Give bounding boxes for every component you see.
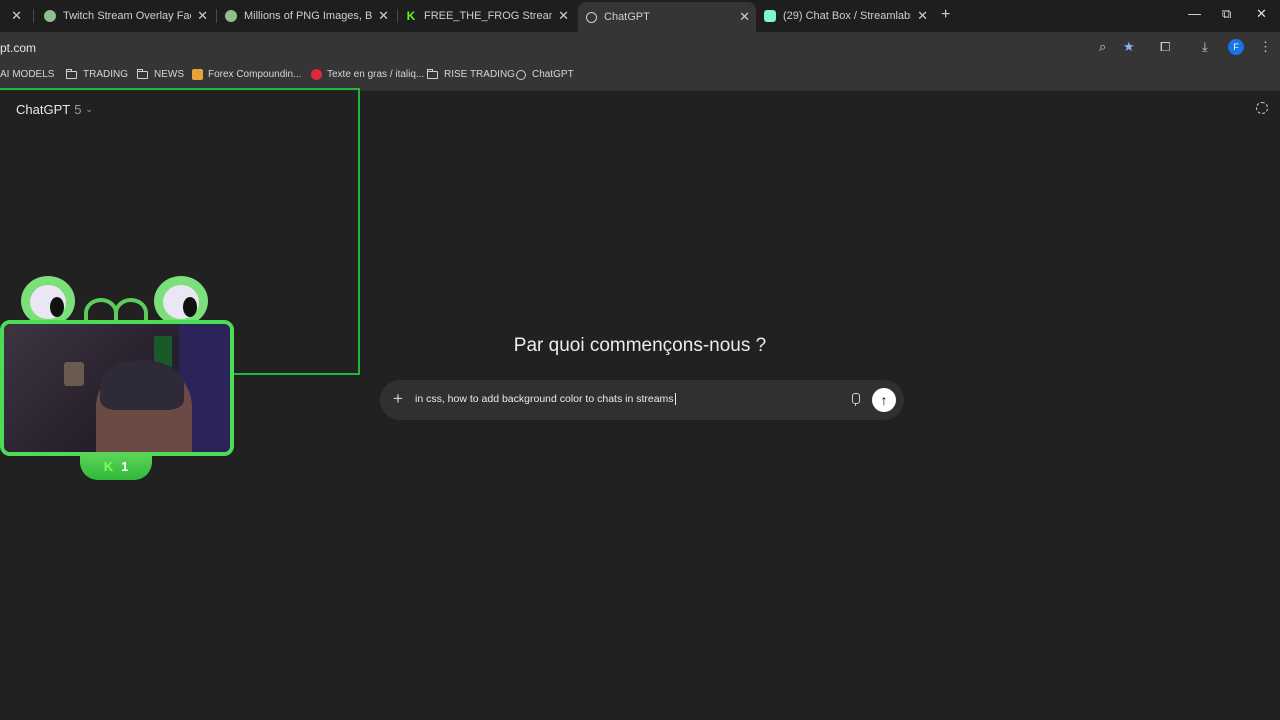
chatgpt-icon [516, 69, 526, 80]
bookmark-label: TRADING [83, 69, 128, 80]
close-icon[interactable]: ✕ [917, 8, 928, 24]
model-name: ChatGPT [16, 102, 71, 117]
tab-title: FREE_THE_FROG Stream - Watch [424, 10, 552, 22]
bookmark-label: NEWS [154, 69, 184, 80]
search-icon[interactable]: ⌕ [1099, 39, 1106, 55]
tab-kick-stream[interactable]: K FREE_THE_FROG Stream - Watch ✕ [401, 4, 575, 28]
tab-png-images[interactable]: Millions of PNG Images, Backgr ✕ [221, 4, 395, 28]
tab-partial[interactable]: ✕ [0, 4, 28, 28]
folder-icon [427, 68, 438, 79]
model-version: 5 [74, 102, 82, 117]
window-close-button[interactable]: ✕ [1256, 6, 1267, 22]
temporary-chat-icon[interactable] [1256, 102, 1268, 114]
add-attachment-button[interactable]: + [393, 389, 403, 409]
bolt-icon [311, 69, 322, 80]
globe-icon [225, 10, 237, 22]
kick-icon: K [103, 458, 114, 474]
kick-icon: K [406, 9, 416, 23]
address-bar: pt.com ⌕ ★ ⧠ ⤓ F ⋮ [0, 32, 1280, 63]
model-selector[interactable]: ChatGPT 5 ⌄ [16, 102, 93, 117]
tab-twitch-overlay[interactable]: Twitch Stream Overlay Facecam ✕ [40, 4, 214, 28]
send-button[interactable]: ↑ [872, 388, 896, 412]
bookmark-label: RISE TRADING [444, 69, 515, 80]
bookmark-trading[interactable]: TRADING [66, 68, 128, 80]
folder-icon [66, 68, 77, 79]
viewer-count: 1 [121, 458, 129, 474]
minimize-button[interactable]: — [1188, 6, 1201, 21]
close-icon[interactable]: ✕ [11, 8, 22, 24]
bookmark-label: Texte en gras / italiq... [327, 69, 425, 80]
forex-icon [192, 69, 203, 80]
folder-icon [137, 68, 148, 79]
new-tab-button[interactable]: + [941, 6, 950, 24]
url-field[interactable]: pt.com [0, 41, 36, 55]
tab-strip: ✕ Twitch Stream Overlay Facecam ✕ Millio… [0, 0, 1280, 32]
bookmark-label: AI MODELS [0, 69, 55, 80]
viewer-badge: K 1 [80, 452, 152, 480]
tab-title: (29) Chat Box / Streamlabs [783, 10, 911, 22]
close-icon[interactable]: ✕ [197, 8, 208, 24]
frog-eye-left [21, 276, 75, 326]
frog-eye-right [154, 276, 208, 326]
close-icon[interactable]: ✕ [558, 8, 569, 24]
prompt-composer: + in css, how to add background color to… [380, 380, 904, 420]
chevron-down-icon: ⌄ [85, 104, 93, 114]
webcam-feed [0, 320, 234, 456]
tab-title: Twitch Stream Overlay Facecam [63, 10, 191, 22]
bookmark-forex[interactable]: Forex Compoundin... [192, 69, 301, 80]
bookmarks-bar: AI MODELS TRADING NEWS Forex Compoundin.… [0, 63, 1280, 91]
bookmark-texte-gras[interactable]: Texte en gras / italiq... [311, 69, 424, 80]
bookmark-chatgpt[interactable]: ChatGPT [516, 69, 574, 80]
tab-chatgpt[interactable]: ChatGPT ✕ [578, 2, 756, 32]
tab-title: ChatGPT [604, 11, 650, 23]
microphone-icon[interactable] [851, 393, 860, 407]
globe-icon [44, 10, 56, 22]
chatgpt-icon [586, 11, 597, 23]
close-icon[interactable]: ✕ [378, 8, 389, 24]
restore-button[interactable]: ⧉ [1222, 6, 1231, 22]
close-icon[interactable]: ✕ [739, 9, 750, 25]
bookmark-star-icon[interactable]: ★ [1123, 39, 1135, 55]
prompt-input[interactable]: in css, how to add background color to c… [415, 393, 676, 405]
bookmark-rise-trading[interactable]: RISE TRADING [427, 68, 515, 80]
facecam-overlay: K 1 [0, 276, 240, 481]
bookmark-label: ChatGPT [532, 69, 574, 80]
menu-icon[interactable]: ⋮ [1259, 39, 1272, 55]
download-icon[interactable]: ⤓ [1202, 39, 1208, 55]
profile-avatar[interactable]: F [1228, 39, 1244, 55]
tab-streamlabs[interactable]: (29) Chat Box / Streamlabs ✕ [758, 4, 934, 28]
streamlabs-icon [764, 10, 776, 22]
extensions-icon[interactable]: ⧠ [1160, 39, 1170, 55]
bookmark-news[interactable]: NEWS [137, 68, 184, 80]
bookmark-ai-models[interactable]: AI MODELS [0, 69, 54, 80]
bookmark-label: Forex Compoundin... [208, 69, 302, 80]
tab-title: Millions of PNG Images, Backgr [244, 10, 372, 22]
